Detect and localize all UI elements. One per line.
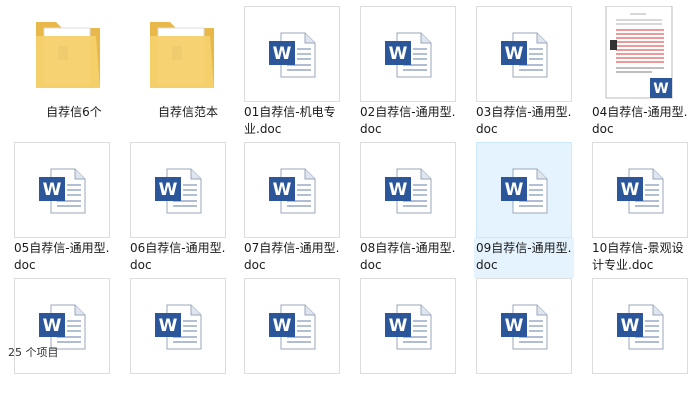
word-doc-icon: W <box>501 32 548 78</box>
word-doc-icon: W <box>39 168 86 214</box>
word-doc-icon: W <box>617 168 664 214</box>
file-item[interactable]: W <box>14 278 110 408</box>
svg-text:W: W <box>43 180 62 200</box>
file-thumbnail: W <box>476 6 572 102</box>
file-label: 07自荐信-通用型.doc <box>244 241 340 272</box>
file-thumbnail: W <box>244 6 340 102</box>
file-thumbnail: W <box>130 142 226 238</box>
file-label: 08自荐信-通用型.doc <box>360 241 456 272</box>
file-thumbnail: W <box>14 142 110 238</box>
file-label: 01自荐信-机电专业.doc <box>244 105 336 136</box>
svg-text:W: W <box>653 81 668 97</box>
svg-text:W: W <box>621 180 640 200</box>
folder-icon <box>150 22 214 88</box>
word-doc-icon: W <box>269 32 316 78</box>
file-item[interactable]: W 03自荐信-通用型.doc <box>476 6 572 136</box>
file-item[interactable]: W 01自荐信-机电专业.doc <box>244 6 340 136</box>
file-thumbnail: W <box>592 142 688 238</box>
file-label: 04自荐信-通用型.doc <box>592 105 688 136</box>
file-item[interactable]: W <box>130 278 226 408</box>
svg-text:W: W <box>273 316 292 336</box>
word-doc-icon: W <box>501 304 548 350</box>
svg-text:W: W <box>505 180 524 200</box>
word-doc-icon: W <box>617 304 664 350</box>
svg-text:W: W <box>273 180 292 200</box>
svg-text:W: W <box>273 44 292 64</box>
word-doc-icon: W <box>385 168 432 214</box>
document-preview-icon: W <box>605 6 673 99</box>
file-label: 02自荐信-通用型.doc <box>360 105 456 136</box>
file-item[interactable]: W <box>476 278 572 408</box>
svg-text:W: W <box>389 180 408 200</box>
file-thumbnail: W <box>130 278 226 374</box>
word-doc-icon: W <box>269 304 316 350</box>
folder-item[interactable]: 自荐信范本 <box>140 6 236 136</box>
file-label: 03自荐信-通用型.doc <box>476 105 572 136</box>
file-label: 10自荐信-景观设计专业.doc <box>592 241 684 272</box>
folder-label: 自荐信范本 <box>157 105 218 119</box>
folder-label: 自荐信6个 <box>46 105 102 119</box>
svg-text:W: W <box>389 316 408 336</box>
file-label: 09自荐信-通用型.doc <box>476 241 572 272</box>
svg-text:W: W <box>43 316 62 336</box>
word-doc-icon: W <box>385 32 432 78</box>
file-grid: 自荐信6个 自荐信范本 W 01自荐信-机电专业.doc W 02自荐信-通用型… <box>0 0 694 374</box>
file-item[interactable]: W 10自荐信-景观设计专业.doc <box>592 142 688 272</box>
svg-text:W: W <box>505 44 524 64</box>
file-thumbnail: W <box>360 278 456 374</box>
file-thumbnail: W <box>592 278 688 374</box>
file-item[interactable]: W 02自荐信-通用型.doc <box>360 6 456 136</box>
folder-item[interactable]: 自荐信6个 <box>26 6 122 136</box>
file-thumbnail: W <box>360 142 456 238</box>
file-thumbnail: W <box>244 278 340 374</box>
file-item[interactable]: W 04自荐信-通用型.doc <box>592 6 688 136</box>
word-doc-icon: W <box>155 168 202 214</box>
file-item-selected[interactable]: W 09自荐信-通用型.doc <box>474 142 574 278</box>
word-doc-icon: W <box>269 168 316 214</box>
folder-icon <box>36 22 100 88</box>
svg-text:W: W <box>389 44 408 64</box>
file-label: 05自荐信-通用型.doc <box>14 241 110 272</box>
file-thumbnail: W <box>476 278 572 374</box>
status-bar-item-count: 25 个项目 <box>8 346 59 359</box>
file-item[interactable]: W <box>592 278 688 408</box>
svg-text:W: W <box>505 316 524 336</box>
word-doc-icon: W <box>501 168 548 214</box>
file-item[interactable]: W <box>244 278 340 408</box>
file-thumbnail: W <box>360 6 456 102</box>
word-doc-icon: W <box>155 304 202 350</box>
file-thumbnail: W <box>244 142 340 238</box>
file-item[interactable]: W 06自荐信-通用型.doc <box>130 142 226 272</box>
file-item[interactable]: W <box>360 278 456 408</box>
file-item[interactable]: W 08自荐信-通用型.doc <box>360 142 456 272</box>
file-thumbnail: W <box>476 142 572 238</box>
svg-text:W: W <box>159 316 178 336</box>
file-item[interactable]: W 07自荐信-通用型.doc <box>244 142 340 272</box>
file-item[interactable]: W 05自荐信-通用型.doc <box>14 142 110 272</box>
word-doc-icon: W <box>385 304 432 350</box>
svg-text:W: W <box>621 316 640 336</box>
svg-text:W: W <box>159 180 178 200</box>
file-label: 06自荐信-通用型.doc <box>130 241 226 272</box>
